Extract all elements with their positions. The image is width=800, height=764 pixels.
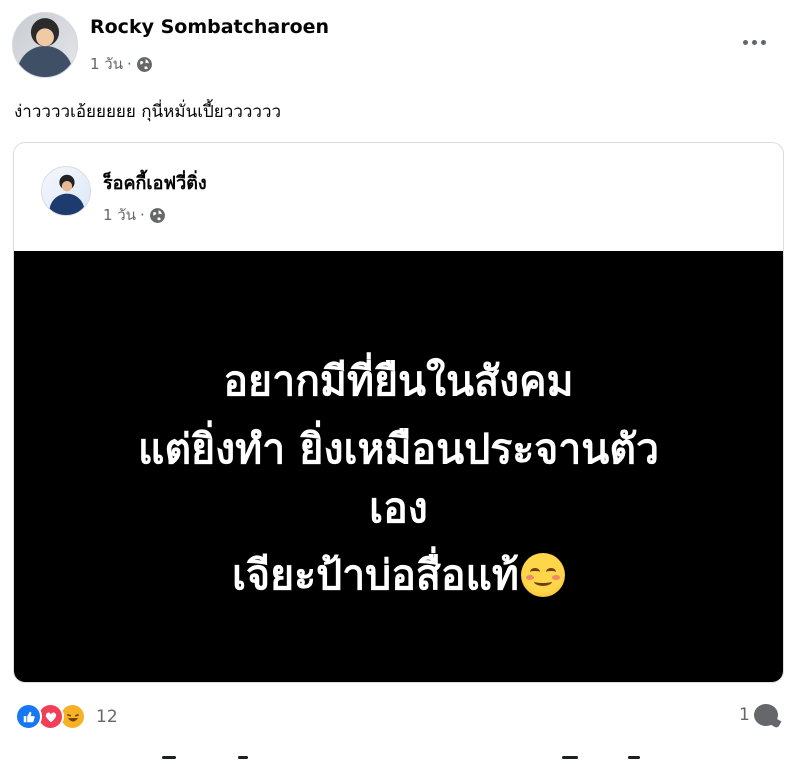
author-name[interactable]: Rocky Sombatcharoen [90,16,329,38]
dot-icon [742,39,748,45]
post-meta: 1 วัน · [90,52,153,76]
shared-author-name[interactable]: ร็อคกี้เอฟวี่ติ่ง [103,168,207,197]
quote-line-3: เอง [369,484,428,532]
meta-separator: · [140,206,145,224]
meta-separator: · [127,55,132,73]
dot-icon [751,39,757,45]
reactions-summary[interactable]: 12 [15,703,118,730]
shared-author-avatar[interactable] [41,166,91,216]
smiling-blush-emoji-icon [520,553,565,597]
comment-bubble-icon [753,704,778,726]
shared-post-time[interactable]: 1 วัน [103,203,136,227]
post-text: ง่าววววเอ้ยยยยย กุนี่หมั่นเปี้ยวววววว [14,102,282,122]
post-time[interactable]: 1 วัน [90,52,123,76]
dot-icon [760,39,766,45]
globe-icon [136,56,152,72]
comment-count: 1 [739,705,750,725]
author-avatar[interactable] [12,12,78,78]
quote-line-1: อยากมีที่ยืนในสังคม [223,357,574,405]
comment-count-button[interactable]: 1 [739,704,778,726]
quote-image[interactable]: อยากมีที่ยืนในสังคม แต่ยิ่งทำ ยิ่งเหมือน… [14,251,783,682]
globe-icon [149,207,165,223]
cropped-action-row [150,748,670,764]
quote-line-2: แต่ยิ่งทำ ยิ่งเหมือนประจานตัว [138,425,659,473]
quote-line-4-wrap: เจียะป้าบ่อสื่อแท้ [14,551,783,599]
reaction-count[interactable]: 12 [96,707,118,727]
shared-post-card[interactable]: ร็อคกี้เอฟวี่ติ่ง 1 วัน · อยากมีที่ยืนใน… [13,142,784,683]
more-options-button[interactable] [736,30,772,54]
shared-post-meta: 1 วัน · [103,203,166,227]
like-icon [15,703,42,730]
quote-line-4: เจียะป้าบ่อสื่อแท้ [232,551,519,599]
